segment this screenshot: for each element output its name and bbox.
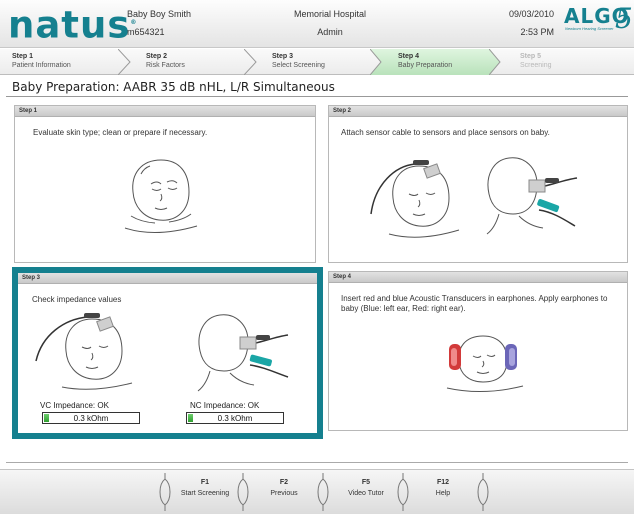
fkey-label: Help: [435, 490, 451, 497]
content-divider: [6, 462, 628, 463]
baby-face-with-sensors-illustration-icon: [370, 160, 460, 238]
panel-header: Step 1: [15, 106, 315, 117]
header-time: 2:53 PM: [520, 27, 554, 37]
step-tab-patient-information[interactable]: Step 1 Patient Information: [0, 49, 124, 75]
patient-name: Baby Boy Smith: [127, 9, 192, 19]
panel-instruction: Evaluate skin type; clean or prepare if …: [33, 128, 208, 137]
f1-start-screening-button[interactable]: F1 Start Screening: [166, 478, 244, 500]
vc-impedance-value: 0.3 kOhm: [73, 414, 109, 423]
function-key-bar: F1 Start Screening F2 Previous F5 Video …: [0, 469, 634, 514]
baby-head-back-with-sensors-illustration-icon: [197, 314, 289, 392]
fkey-label: Video Tutor: [348, 490, 384, 497]
step-3-panel-highlight: Step 3 Check impedance values VC Impedan…: [12, 267, 323, 439]
step-tab-select-screening[interactable]: Step 3 Select Screening: [260, 49, 374, 75]
nc-impedance-meter: 0.3 kOhm: [186, 412, 284, 424]
step-number: Step 4: [398, 53, 420, 60]
panel-instruction: Attach sensor cable to sensors and place…: [341, 128, 550, 137]
hospital-name: Memorial Hospital: [293, 9, 367, 19]
patient-id: m654321: [127, 27, 165, 37]
fkey-label: Start Screening: [180, 490, 230, 497]
step-separator-icon: [118, 49, 131, 75]
f12-help-button[interactable]: F12 Help: [404, 478, 482, 500]
page-title: Baby Preparation: AABR 35 dB nHL, L/R Si…: [12, 80, 335, 94]
panel-instruction: Check impedance values: [32, 295, 122, 304]
step-label: Baby Preparation: [398, 62, 453, 69]
f2-previous-button[interactable]: F2 Previous: [245, 478, 323, 500]
header-date: 09/03/2010: [508, 9, 554, 19]
vc-impedance-meter: 0.3 kOhm: [42, 412, 140, 424]
panel-header: Step 2: [329, 106, 627, 117]
step-tab-screening: Step 5 Screening: [508, 49, 628, 75]
baby-head-back-with-sensors-illustration-icon: [486, 157, 578, 235]
panel-header: Step 3: [18, 273, 317, 284]
step-number: Step 2: [146, 53, 168, 60]
step-4-panel: Step 4 Insert red and blue Acoustic Tran…: [328, 271, 628, 431]
step-label: Select Screening: [272, 62, 325, 69]
step-label: Patient Information: [12, 62, 71, 69]
fkey-key: F2: [279, 479, 289, 486]
baby-with-earphones-illustration-icon: [446, 335, 524, 393]
step-label: Risk Factors: [146, 62, 185, 69]
natus-logo: natus®: [8, 3, 137, 47]
fkey-key: F1: [200, 479, 210, 486]
panel-header: Step 4: [329, 272, 627, 283]
step-number: Step 3: [272, 53, 294, 60]
step-navigation: Step 1 Patient Information Step 2 Risk F…: [0, 49, 634, 75]
fkey-label: Previous: [270, 490, 298, 497]
step-1-panel: Step 1 Evaluate skin type; clean or prep…: [14, 105, 316, 263]
step-separator-icon: [244, 49, 257, 75]
fkey-key: F5: [361, 479, 371, 486]
baby-face-illustration-icon: [124, 159, 198, 234]
f5-video-tutor-button[interactable]: F5 Video Tutor: [327, 478, 405, 500]
algo-5-logo: ALGO 5 Newborn Hearing Screener: [564, 2, 633, 35]
step-number: Step 5: [520, 53, 542, 60]
fkey-separator-icon: [477, 473, 489, 511]
step-number: Step 1: [12, 53, 34, 60]
step-tab-risk-factors[interactable]: Step 2 Risk Factors: [134, 49, 250, 75]
nc-impedance-value: 0.3 kOhm: [217, 414, 253, 423]
step-3-panel: Step 3 Check impedance values VC Impedan…: [18, 273, 317, 433]
step-separator-icon: [489, 49, 501, 75]
step-tab-baby-preparation[interactable]: Step 4 Baby Preparation: [370, 49, 500, 75]
panel-instruction: Insert red and blue Acoustic Transducers…: [341, 294, 608, 313]
baby-face-with-sensors-illustration-icon: [35, 313, 133, 390]
vc-impedance-label: VC Impedance: OK: [40, 401, 109, 410]
nc-impedance-label: NC Impedance: OK: [190, 401, 260, 410]
fkey-key: F12: [436, 479, 450, 486]
title-divider: [6, 96, 628, 97]
user-name: Admin: [317, 27, 343, 37]
step-2-panel: Step 2 Attach sensor cable to sensors an…: [328, 105, 628, 263]
step-separator-icon: [370, 49, 382, 75]
step-label: Screening: [520, 62, 552, 69]
app-header: natus® Baby Boy Smith m654321 Memorial H…: [0, 0, 634, 48]
